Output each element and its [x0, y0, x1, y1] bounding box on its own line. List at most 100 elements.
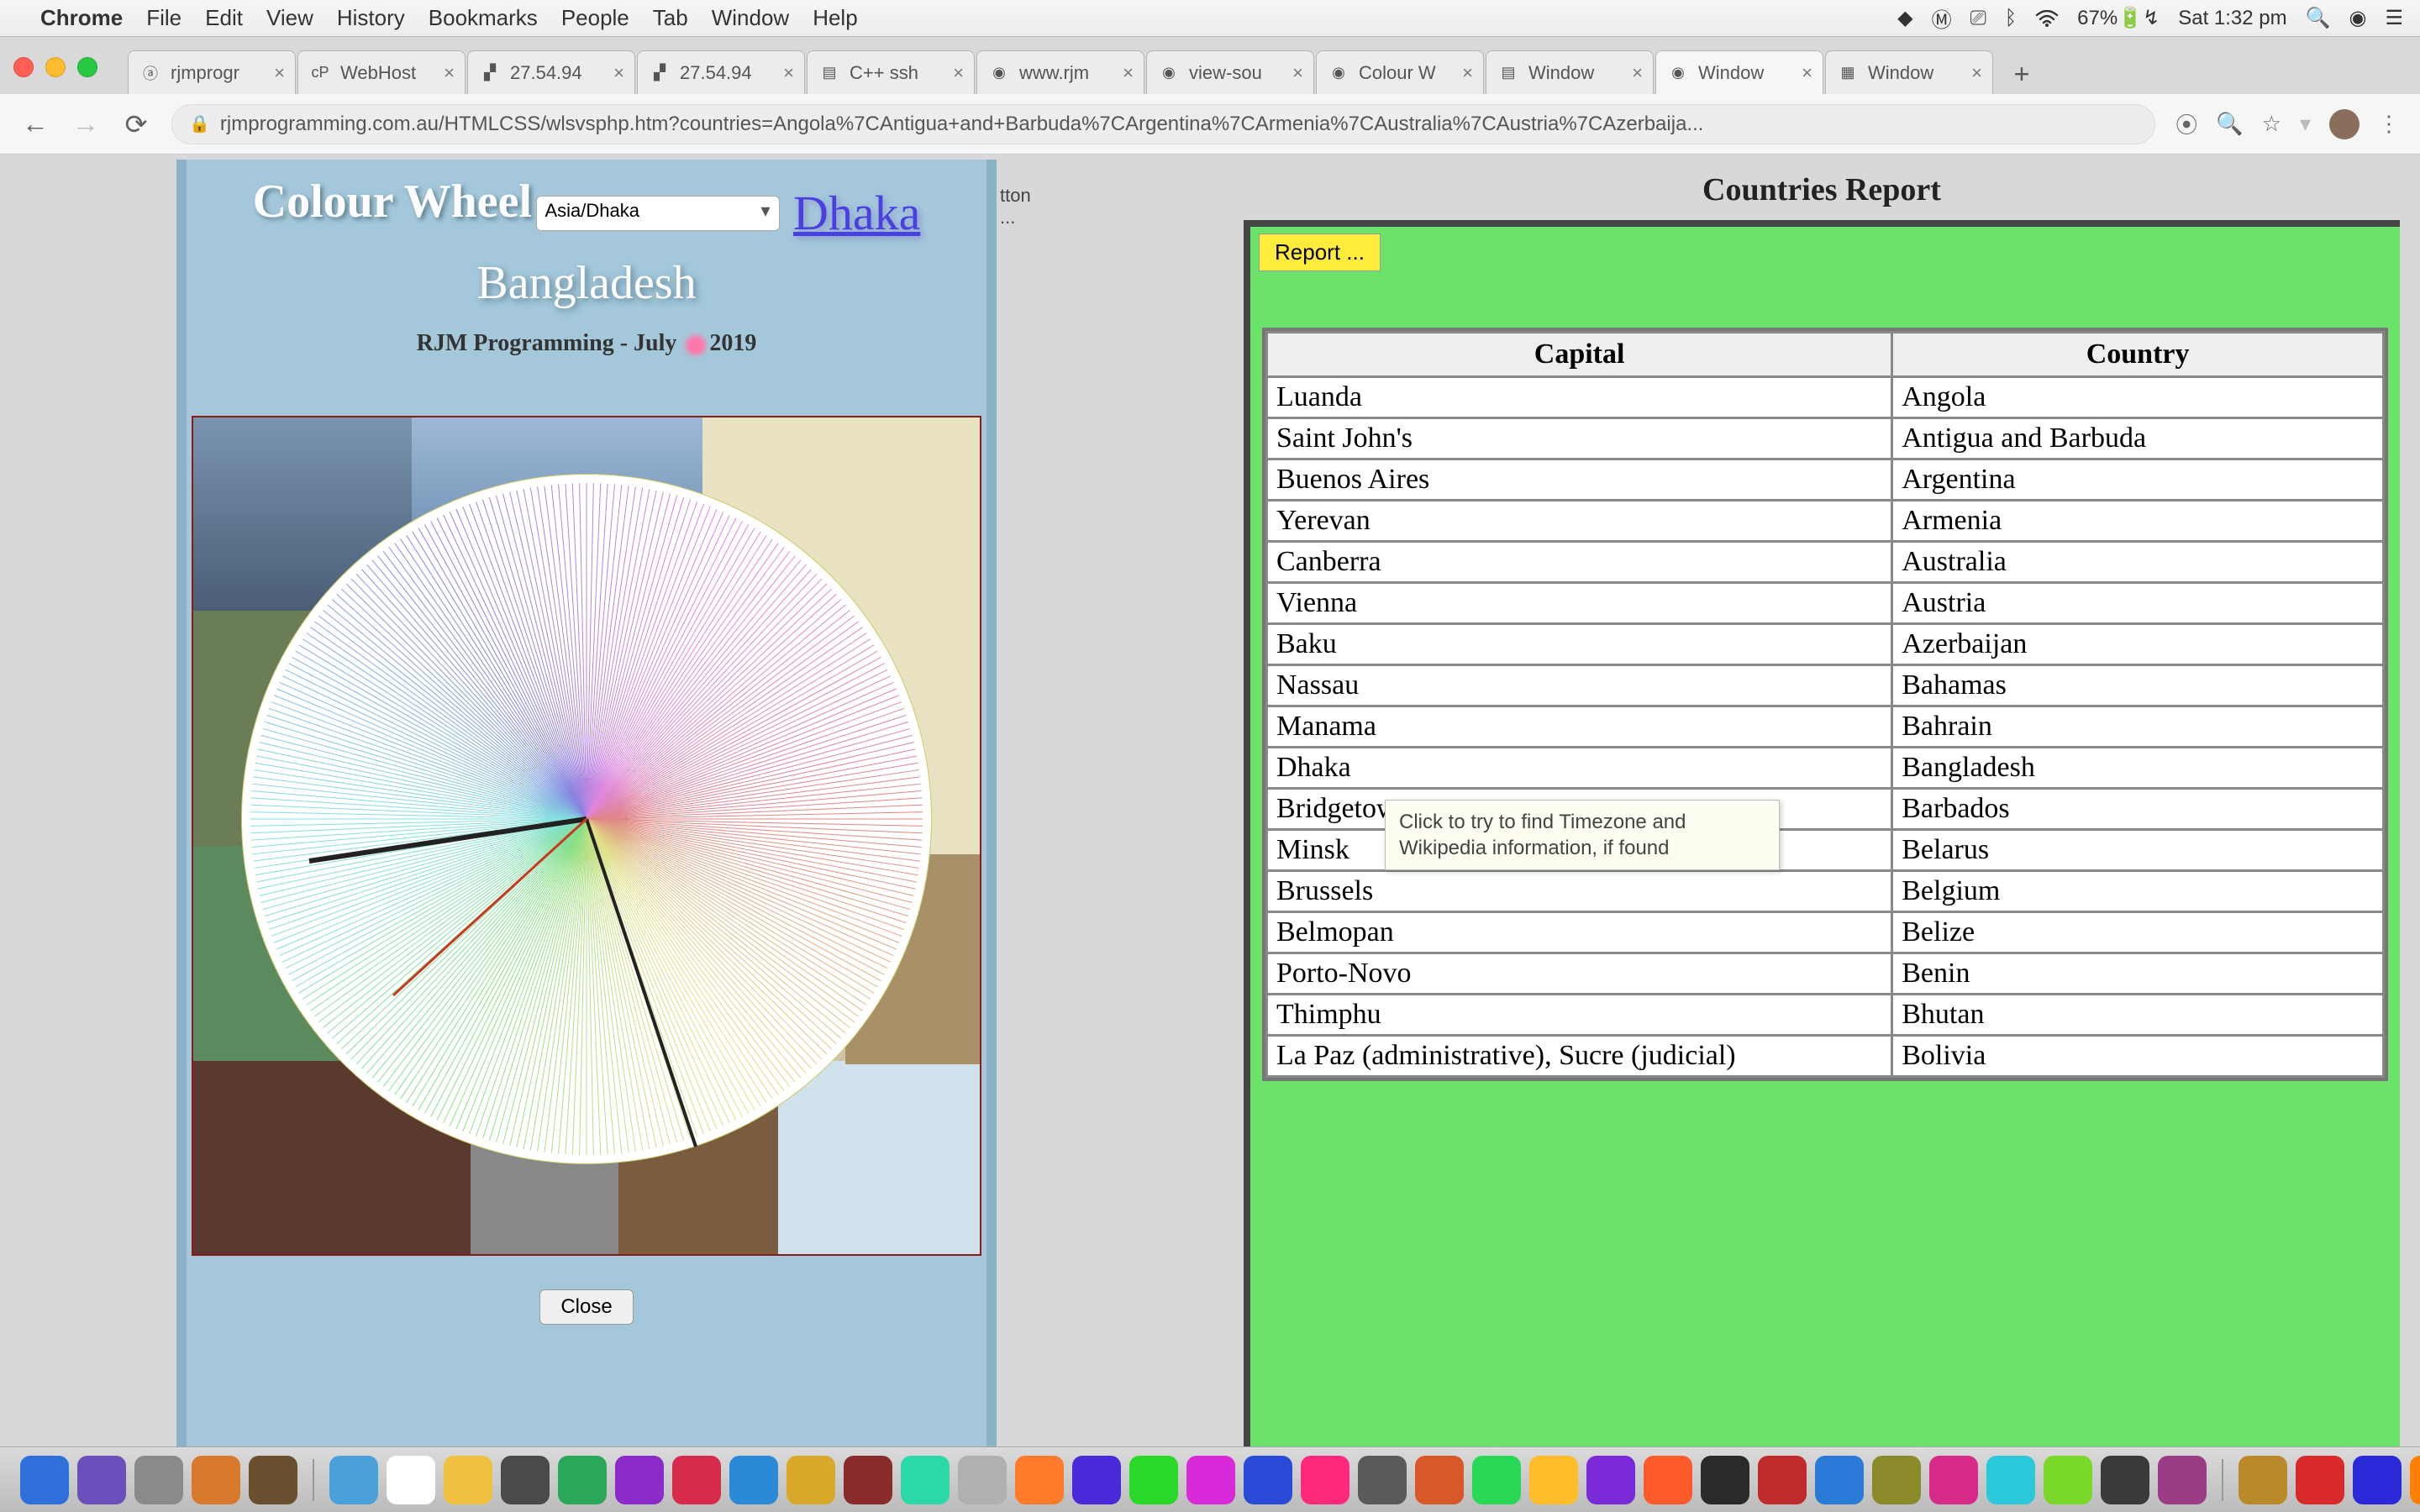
dock-app-icon[interactable]	[501, 1456, 550, 1504]
tab-close-icon[interactable]: ×	[444, 62, 455, 84]
table-row[interactable]: Saint John'sAntigua and Barbuda	[1267, 418, 2384, 459]
menu-file[interactable]: File	[146, 5, 182, 31]
table-row[interactable]: CanberraAustralia	[1267, 542, 2384, 583]
dock-app-icon[interactable]	[1072, 1456, 1121, 1504]
menu-help[interactable]: Help	[813, 5, 857, 31]
capital-cell[interactable]: Brussels	[1267, 871, 1892, 912]
screen-mirror-icon[interactable]: ⎚	[1970, 7, 1986, 30]
status-icon[interactable]: Ⓜ	[1932, 3, 1952, 33]
browser-tab[interactable]: cPWebHost×	[297, 50, 466, 94]
dock-app-icon[interactable]	[1015, 1456, 1064, 1504]
tab-close-icon[interactable]: ×	[1123, 62, 1134, 84]
menu-bookmarks[interactable]: Bookmarks	[429, 5, 538, 31]
wifi-icon[interactable]	[2035, 10, 2059, 27]
dock-app-icon[interactable]	[729, 1456, 778, 1504]
translate-icon[interactable]: ⦿	[2175, 108, 2197, 139]
table-row[interactable]: LuandaAngola	[1267, 377, 2384, 418]
dock-app-icon[interactable]	[1244, 1456, 1292, 1504]
dock-app-icon[interactable]	[20, 1456, 69, 1504]
city-link[interactable]: Dhaka	[793, 186, 920, 240]
dock-app-icon[interactable]	[444, 1456, 492, 1504]
tab-close-icon[interactable]: ×	[783, 62, 794, 84]
dock-app-icon[interactable]	[2353, 1456, 2402, 1504]
menu-edit[interactable]: Edit	[205, 5, 243, 31]
dock-app-icon[interactable]	[1301, 1456, 1349, 1504]
battery-status[interactable]: 67% 🔋↯	[2077, 6, 2160, 30]
dock-app-icon[interactable]	[329, 1456, 378, 1504]
country-cell[interactable]: Bahamas	[1892, 665, 2384, 706]
tab-close-icon[interactable]: ×	[613, 62, 624, 84]
menu-history[interactable]: History	[337, 5, 405, 31]
browser-tab[interactable]: ◉Window×	[1655, 50, 1823, 94]
bookmark-star-icon[interactable]: ☆	[2262, 111, 2281, 137]
chrome-menu-icon[interactable]: ⋮	[2378, 111, 2400, 137]
table-row[interactable]: NassauBahamas	[1267, 665, 2384, 706]
menu-view[interactable]: View	[266, 5, 313, 31]
siri-icon[interactable]: ◉	[2349, 6, 2367, 30]
dock-app-icon[interactable]	[1129, 1456, 1178, 1504]
table-row[interactable]: BelmopanBelize	[1267, 912, 2384, 953]
dock-app-icon[interactable]	[615, 1456, 664, 1504]
dock-app-icon[interactable]	[1872, 1456, 1921, 1504]
profile-avatar[interactable]	[2329, 109, 2360, 139]
browser-tab[interactable]: ⓐrjmprogr×	[128, 50, 296, 94]
table-row[interactable]: YerevanArmenia	[1267, 501, 2384, 542]
minimize-window-button[interactable]	[45, 57, 66, 77]
table-row[interactable]: ViennaAustria	[1267, 583, 2384, 624]
table-row[interactable]: BakuAzerbaijan	[1267, 624, 2384, 665]
country-cell[interactable]: Azerbaijan	[1892, 624, 2384, 665]
table-row[interactable]: ThimphuBhutan	[1267, 995, 2384, 1036]
tab-close-icon[interactable]: ×	[1802, 62, 1812, 84]
country-cell[interactable]: Bhutan	[1892, 995, 2384, 1036]
country-cell[interactable]: Armenia	[1892, 501, 2384, 542]
menu-people[interactable]: People	[561, 5, 629, 31]
country-cell[interactable]: Antigua and Barbuda	[1892, 418, 2384, 459]
dock-app-icon[interactable]	[2158, 1456, 2207, 1504]
dock-app-icon[interactable]	[249, 1456, 297, 1504]
dock-app-icon[interactable]	[134, 1456, 183, 1504]
dock-app-icon[interactable]	[2410, 1456, 2420, 1504]
dock-app-icon[interactable]	[1186, 1456, 1235, 1504]
tab-close-icon[interactable]: ×	[1632, 62, 1643, 84]
browser-tab[interactable]: ▦Window×	[1825, 50, 1993, 94]
browser-tab[interactable]: ▤C++ ssh×	[807, 50, 975, 94]
menu-window[interactable]: Window	[712, 5, 789, 31]
dock-app-icon[interactable]	[958, 1456, 1007, 1504]
status-icon[interactable]: ◆	[1897, 6, 1912, 30]
capital-cell[interactable]: Vienna	[1267, 583, 1892, 624]
tab-close-icon[interactable]: ×	[1292, 62, 1303, 84]
close-button[interactable]: Close	[539, 1289, 633, 1325]
dock-app-icon[interactable]	[1986, 1456, 2035, 1504]
dock-app-icon[interactable]	[387, 1456, 435, 1504]
address-bar[interactable]: 🔒 rjmprogramming.com.au/HTMLCSS/wlsvsphp…	[171, 104, 2155, 144]
capital-cell[interactable]: Nassau	[1267, 665, 1892, 706]
colour-wheel-canvas[interactable]	[192, 416, 981, 1256]
tab-close-icon[interactable]: ×	[1462, 62, 1473, 84]
dock-app-icon[interactable]	[77, 1456, 126, 1504]
bluetooth-icon[interactable]: ᛒ	[2005, 7, 2017, 30]
country-cell[interactable]: Bangladesh	[1892, 748, 2384, 789]
app-name[interactable]: Chrome	[40, 5, 123, 31]
country-cell[interactable]: Belize	[1892, 912, 2384, 953]
dock-app-icon[interactable]	[844, 1456, 892, 1504]
country-cell[interactable]: Belarus	[1892, 830, 2384, 871]
report-button[interactable]: Report ...	[1259, 234, 1381, 271]
capital-cell[interactable]: Saint John's	[1267, 418, 1892, 459]
browser-tab[interactable]: ▞27.54.94×	[637, 50, 805, 94]
browser-tab[interactable]: ◉view-sou×	[1146, 50, 1314, 94]
maximize-window-button[interactable]	[77, 57, 97, 77]
extension-icon[interactable]: ▾	[2300, 111, 2311, 137]
dock-app-icon[interactable]	[2296, 1456, 2344, 1504]
table-row[interactable]: DhakaBangladesh	[1267, 748, 2384, 789]
dock-app-icon[interactable]	[901, 1456, 950, 1504]
table-row[interactable]: ManamaBahrain	[1267, 706, 2384, 748]
capital-cell[interactable]: Baku	[1267, 624, 1892, 665]
colour-wheel-circle[interactable]	[242, 475, 931, 1163]
browser-tab[interactable]: ◉www.rjm×	[976, 50, 1144, 94]
dock-app-icon[interactable]	[1472, 1456, 1521, 1504]
dock-app-icon[interactable]	[1529, 1456, 1578, 1504]
zoom-icon[interactable]: 🔍	[2216, 111, 2243, 137]
tab-close-icon[interactable]: ×	[1971, 62, 1982, 84]
clock[interactable]: Sat 1:32 pm	[2178, 7, 2286, 30]
forward-button[interactable]: →	[71, 108, 101, 139]
